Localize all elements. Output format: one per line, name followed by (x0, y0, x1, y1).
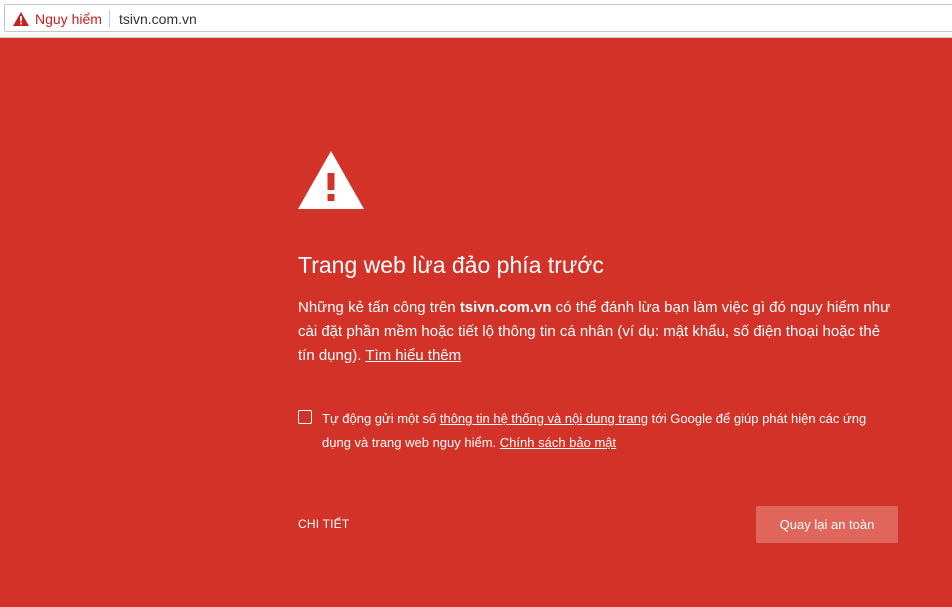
report-optin-text: Tự động gửi một số thông tin hệ thống và… (322, 407, 892, 455)
page-title: Trang web lừa đảo phía trước (298, 252, 604, 278)
details-button[interactable]: CHI TIẾT (298, 517, 349, 531)
phishing-warning-page: Trang web lừa đảo phía trước Những kẻ tấ… (0, 38, 952, 607)
learn-more-link[interactable]: Tìm hiểu thêm (365, 347, 461, 364)
security-label: Nguy hiểm (35, 11, 102, 27)
address-divider (109, 10, 110, 28)
warning-description: Những kẻ tấn công trên tsivn.com.vn có t… (298, 296, 898, 368)
warning-triangle-icon (298, 151, 364, 209)
address-bar[interactable]: Nguy hiểm tsivn.com.vn (4, 4, 952, 32)
back-to-safety-button[interactable]: Quay lại an toàn (756, 506, 898, 543)
privacy-policy-link[interactable]: Chính sách bảo mật (500, 435, 616, 450)
url-text[interactable]: tsivn.com.vn (119, 10, 197, 28)
system-info-link[interactable]: thông tin hệ thống và nội dung trang (440, 411, 648, 426)
description-domain: tsivn.com.vn (459, 299, 552, 316)
description-prefix: Những kẻ tấn công trên (298, 299, 460, 316)
warning-triangle-icon (13, 12, 29, 26)
security-indicator[interactable]: Nguy hiểm (13, 10, 102, 28)
optin-prefix: Tự động gửi một số (322, 411, 440, 426)
browser-toolbar: Nguy hiểm tsivn.com.vn (0, 0, 952, 38)
report-optin-checkbox[interactable] (298, 410, 312, 424)
